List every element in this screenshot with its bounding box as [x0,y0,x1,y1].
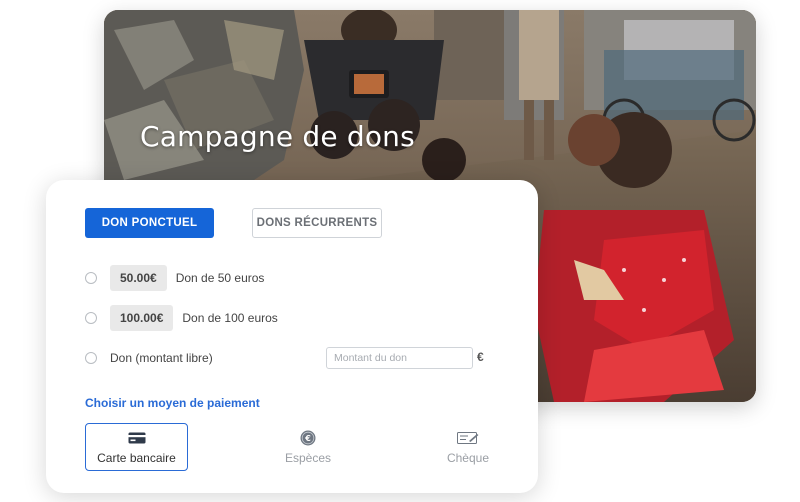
euro-sign: € [477,350,484,364]
amount-label: Don de 50 euros [175,271,265,285]
payment-option-carte-bancaire[interactable]: Carte bancaire [85,423,188,471]
svg-text:€: € [304,434,311,443]
donation-form: DON PONCTUEL DONS RÉCURRENTS 50.00€ Don … [46,180,538,493]
euro-coin-icon: € [300,430,316,446]
tab-dons-recurrents[interactable]: DONS RÉCURRENTS [252,208,382,238]
payment-option-label: Espèces [284,450,332,465]
radio-button[interactable] [85,352,97,364]
tab-don-ponctuel[interactable]: DON PONCTUEL [85,208,214,238]
amount-chip: 100.00€ [110,305,174,331]
hero-title: Campagne de dons [140,120,415,153]
radio-button[interactable] [85,312,97,324]
payment-method-title: Choisir un moyen de paiement [85,396,260,410]
amount-option-100[interactable]: 100.00€ Don de 100 euros [85,305,278,331]
free-amount-label: Don (montant libre) [110,351,213,365]
amount-option-free[interactable]: Don (montant libre) [85,345,213,371]
payment-option-especes[interactable]: € Espèces [258,423,358,471]
cheque-icon [457,430,479,446]
payment-option-cheque[interactable]: Chèque [418,423,518,471]
payment-option-label: Chèque [446,450,490,465]
amount-input[interactable] [326,347,473,369]
radio-button[interactable] [85,272,97,284]
amount-chip: 50.00€ [110,265,167,291]
amount-option-50[interactable]: 50.00€ Don de 50 euros [85,265,264,291]
amount-label: Don de 100 euros [182,311,278,325]
payment-option-label: Carte bancaire [97,450,176,465]
credit-card-icon [128,430,146,446]
